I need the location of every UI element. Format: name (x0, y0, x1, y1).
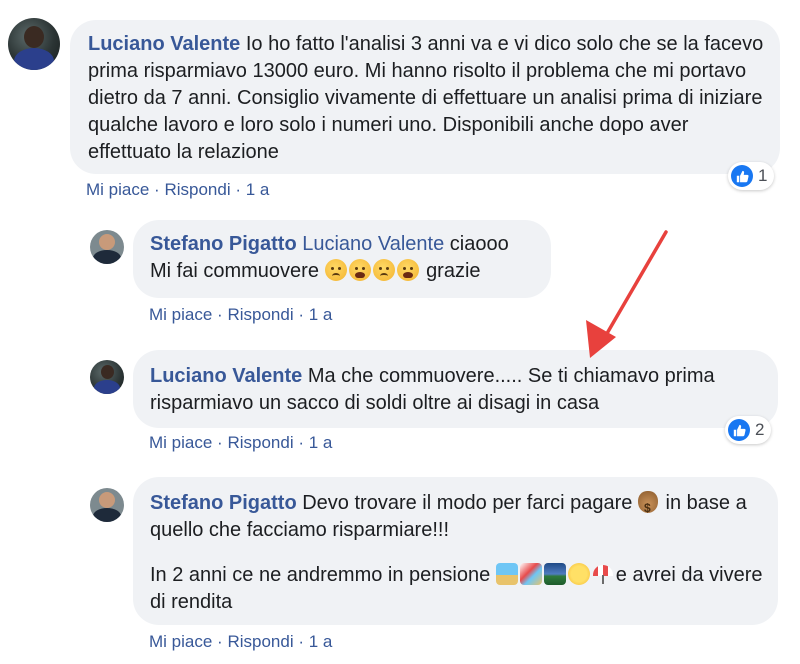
comment-actions: Mi piace · Rispondi · 1 a (149, 305, 332, 325)
reply-link[interactable]: Rispondi (227, 433, 293, 452)
separator: · (298, 305, 305, 324)
reply-text: Stefano Pigatto Devo trovare il modo per… (150, 490, 765, 544)
avatar-luciano-valente[interactable] (90, 360, 124, 394)
separator: · (298, 632, 305, 651)
timestamp[interactable]: 1 a (309, 632, 333, 651)
reply-text: In 2 anni ce ne andremmo in pensione e a… (150, 562, 765, 616)
timestamp[interactable]: 1 a (309, 305, 333, 324)
comment-body: Mi fai commuovere (150, 260, 319, 282)
timestamp[interactable]: 1 a (246, 180, 270, 199)
comment-actions: Mi piace · Rispondi · 1 a (149, 433, 332, 453)
avatar-stefano-pigatto[interactable] (90, 488, 124, 522)
reply-link[interactable]: Rispondi (227, 305, 293, 324)
sunset-icon (543, 563, 566, 585)
separator: · (298, 433, 305, 452)
like-link[interactable]: Mi piace (86, 180, 149, 199)
crying-face-icon (348, 259, 371, 281)
comment-author[interactable]: Luciano Valente (150, 365, 302, 387)
avatar-luciano-valente[interactable] (8, 18, 60, 70)
comment-body: In 2 anni ce ne andremmo in pensione (150, 564, 491, 586)
reaction-summary[interactable]: 1 (728, 162, 775, 190)
crying-face-icon (396, 259, 419, 281)
separator: · (217, 433, 223, 452)
comment-body: grazie (426, 260, 481, 282)
separator: · (235, 180, 242, 199)
sun-icon (567, 563, 590, 585)
sad-face-icon (324, 259, 347, 281)
avatar-stefano-pigatto[interactable] (90, 230, 124, 264)
beach-icon (495, 563, 518, 585)
separator: · (154, 180, 160, 199)
reaction-count: 1 (758, 166, 768, 185)
sad-face-icon (372, 259, 395, 281)
separator: · (217, 632, 223, 651)
reply-text: Luciano Valente Ma che commuovere..... S… (150, 363, 770, 417)
reaction-count: 2 (755, 420, 765, 439)
mention-link[interactable]: Luciano Valente (302, 233, 444, 255)
timestamp[interactable]: 1 a (309, 433, 333, 452)
reply-text: Stefano Pigatto Luciano Valente ciaooo M… (150, 231, 545, 285)
money-bag-icon (637, 491, 658, 522)
comment-actions: Mi piace · Rispondi · 1 a (86, 180, 269, 200)
comment-body: Devo trovare il modo per farci pagare (302, 492, 633, 514)
like-link[interactable]: Mi piace (149, 305, 212, 324)
like-reaction-icon (731, 165, 753, 187)
umbrella-icon (592, 563, 614, 585)
reply-link[interactable]: Rispondi (164, 180, 230, 199)
separator: · (217, 305, 223, 324)
comment-author[interactable]: Stefano Pigatto (150, 492, 297, 514)
like-link[interactable]: Mi piace (149, 433, 212, 452)
beach-umbrella-icon (519, 563, 542, 585)
comment-text: Luciano Valente Io ho fatto l'analisi 3 … (88, 31, 764, 166)
reply-link[interactable]: Rispondi (227, 632, 293, 651)
reaction-summary[interactable]: 2 (725, 416, 772, 444)
like-reaction-icon (728, 419, 750, 441)
comment-author[interactable]: Stefano Pigatto (150, 233, 297, 255)
comment-author[interactable]: Luciano Valente (88, 33, 240, 55)
comment-actions: Mi piace · Rispondi · 1 a (149, 632, 332, 652)
like-link[interactable]: Mi piace (149, 632, 212, 651)
comment-body: ciaooo (449, 233, 509, 255)
